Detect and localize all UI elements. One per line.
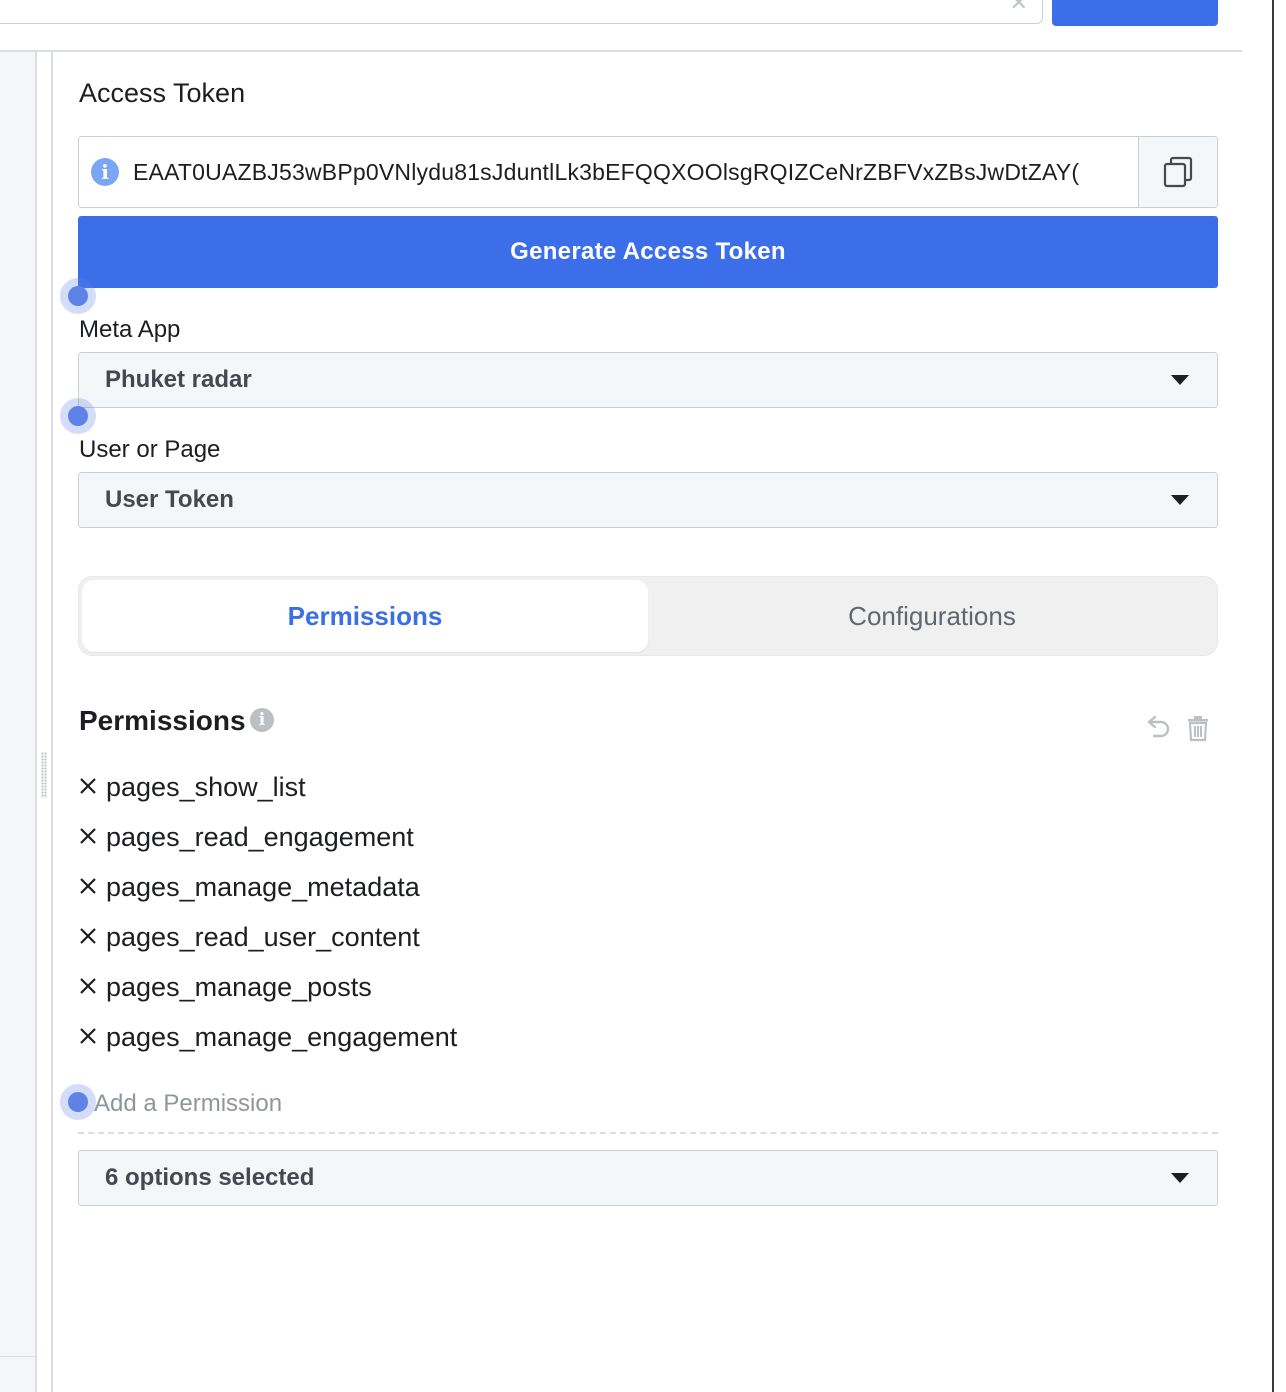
tab-configurations[interactable]: Configurations (649, 580, 1215, 652)
remove-icon[interactable] (78, 1026, 98, 1046)
permission-label: pages_show_list (106, 771, 306, 802)
resize-handle[interactable] (41, 752, 47, 798)
header-divider (0, 50, 1242, 52)
top-search-field[interactable]: ✕ (0, 0, 1043, 24)
remove-icon[interactable] (78, 976, 98, 996)
permission-label: pages_manage_posts (106, 971, 372, 1002)
meta-app-value: Phuket radar (105, 366, 252, 393)
user-or-page-value: User Token (105, 486, 234, 513)
permission-label: pages_read_user_content (106, 921, 420, 952)
permissions-select[interactable]: 6 options selected (78, 1150, 1218, 1206)
access-token-title: Access Token (79, 78, 246, 108)
tab-bar: Permissions Configurations (78, 576, 1218, 656)
permission-label: pages_read_engagement (106, 821, 414, 852)
permission-item: pages_manage_metadata (78, 862, 457, 912)
meta-app-label: Meta App (79, 316, 181, 343)
permission-item: pages_manage_posts (78, 962, 457, 1012)
caret-down-icon (1171, 495, 1189, 505)
undo-icon[interactable] (1144, 714, 1172, 742)
permission-item: pages_read_user_content (78, 912, 457, 962)
remove-icon[interactable] (78, 926, 98, 946)
trash-icon[interactable] (1186, 714, 1210, 742)
permission-item: pages_show_list (78, 762, 457, 812)
step-indicator (60, 278, 96, 314)
permission-label: pages_manage_metadata (106, 871, 420, 902)
panel-border (51, 52, 53, 1392)
left-panel-divider (0, 1356, 35, 1357)
remove-icon[interactable] (78, 776, 98, 796)
step-indicator (60, 398, 96, 434)
permission-item: pages_manage_engagement (78, 1012, 457, 1062)
user-or-page-label: User or Page (79, 436, 221, 463)
remove-icon[interactable] (78, 826, 98, 846)
user-or-page-select[interactable]: User Token (78, 472, 1218, 528)
window-edge (1272, 0, 1286, 1392)
permissions-title: Permissions (79, 705, 246, 736)
permission-label: pages_manage_engagement (106, 1021, 458, 1052)
permissions-select-value: 6 options selected (105, 1164, 315, 1191)
access-token-value[interactable]: EAAT0UAZBJ53wBPp0VNlydu81sJduntlLk3bEFQQ… (133, 159, 1129, 186)
copy-icon (1163, 156, 1193, 188)
top-submit-button[interactable] (1052, 0, 1218, 26)
info-icon[interactable]: i (250, 708, 274, 732)
add-permission-input[interactable]: Add a Permission (94, 1090, 282, 1118)
add-permission-underline (78, 1132, 1218, 1134)
caret-down-icon (1171, 375, 1189, 385)
info-icon[interactable]: i (91, 158, 119, 186)
permission-item: pages_read_engagement (78, 812, 457, 862)
clear-icon[interactable]: ✕ (1010, 0, 1028, 16)
window-edge-line (1272, 0, 1274, 1392)
remove-icon[interactable] (78, 876, 98, 896)
meta-app-select[interactable]: Phuket radar (78, 352, 1218, 408)
permission-list: pages_show_list pages_read_engagement pa… (78, 762, 457, 1062)
generate-access-token-button[interactable]: Generate Access Token (78, 216, 1218, 288)
panel-border (35, 52, 37, 1392)
copy-button[interactable] (1138, 137, 1217, 207)
step-indicator (60, 1084, 96, 1120)
left-panel (0, 52, 35, 1392)
access-token-field[interactable]: i EAAT0UAZBJ53wBPp0VNlydu81sJduntlLk3bEF… (78, 136, 1218, 208)
tab-permissions[interactable]: Permissions (82, 580, 648, 652)
caret-down-icon (1171, 1173, 1189, 1183)
